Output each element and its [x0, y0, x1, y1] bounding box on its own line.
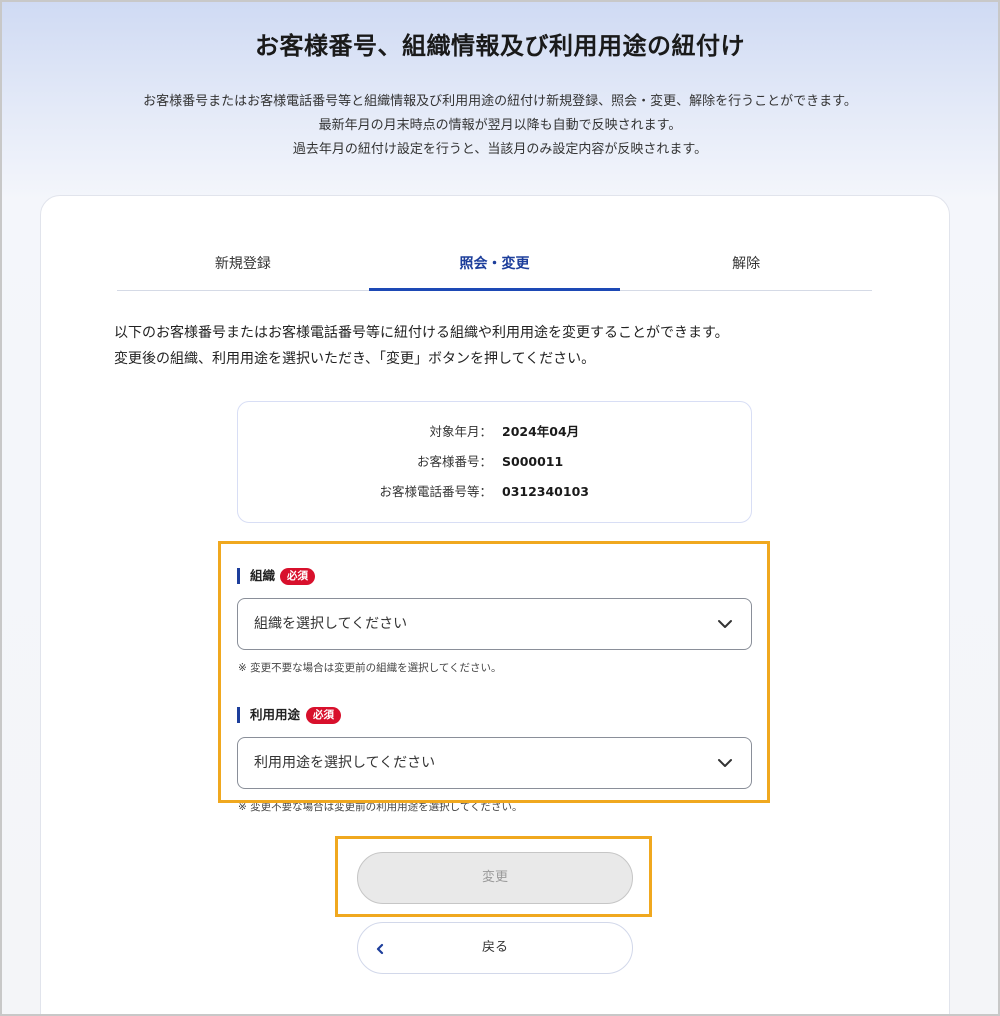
- tab-new-registration[interactable]: 新規登録: [117, 240, 369, 290]
- intro-line: 最新年月の月末時点の情報が翌月以降も自動で反映されます。: [318, 118, 682, 133]
- intro-line: 過去年月の紐付け設定を行うと、当該月のみ設定内容が反映されます。: [292, 142, 708, 157]
- target-info-box: 対象年月： 2024年04月 お客様番号： S000011 お客様電話番号等： …: [237, 401, 752, 523]
- change-button[interactable]: 変更: [357, 852, 633, 904]
- phone-number-row: お客様電話番号等： 0312340103: [238, 482, 751, 502]
- intro-text: お客様番号またはお客様電話番号等と組織情報及び利用用途の紐付け新規登録、照会・変…: [0, 90, 1000, 162]
- customer-number-row: お客様番号： S000011: [238, 452, 751, 472]
- description: 以下のお客様番号またはお客様電話番号等に紐付ける組織や利用用途を変更することがで…: [114, 320, 729, 372]
- description-line: 変更後の組織、利用用途を選択いただき、「変更」ボタンを押してください。: [114, 351, 596, 367]
- target-month-label: 対象年月：: [429, 424, 492, 439]
- tab-inquiry-change[interactable]: 照会・変更: [368, 240, 621, 291]
- target-month-row: 対象年月： 2024年04月: [238, 422, 751, 442]
- target-month-value: 2024年04月: [502, 424, 580, 439]
- tab-bar: 新規登録 照会・変更 解除: [117, 240, 872, 291]
- customer-number-value: S000011: [502, 454, 564, 469]
- tab-cancellation[interactable]: 解除: [620, 240, 872, 290]
- form-highlight-box: [218, 541, 770, 803]
- phone-number-value: 0312340103: [502, 484, 589, 499]
- chevron-left-icon: [376, 943, 384, 955]
- description-line: 以下のお客様番号またはお客様電話番号等に紐付ける組織や利用用途を変更することがで…: [114, 325, 729, 341]
- phone-number-label: お客様電話番号等：: [379, 484, 492, 499]
- back-button-label: 戻る: [481, 940, 508, 955]
- back-button[interactable]: 戻る: [357, 922, 633, 974]
- customer-number-label: お客様番号：: [416, 454, 492, 469]
- page-title: お客様番号、組織情報及び利用用途の紐付け: [255, 32, 745, 60]
- intro-line: お客様番号またはお客様電話番号等と組織情報及び利用用途の紐付け新規登録、照会・変…: [143, 94, 857, 109]
